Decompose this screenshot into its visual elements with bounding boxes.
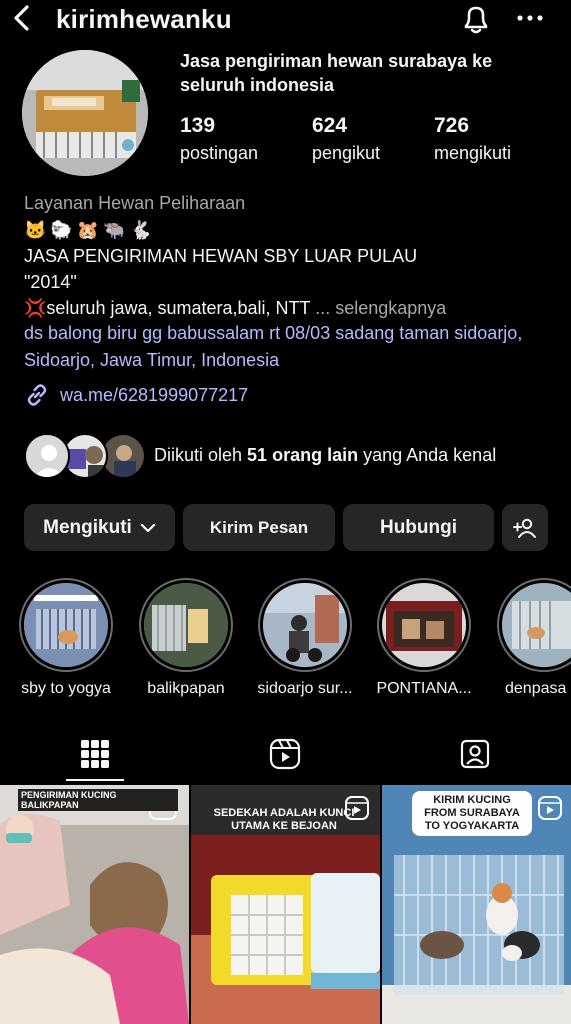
profile-display-name: Jasa pengiriman hewan surabaya ke seluru… — [180, 51, 493, 95]
stat-followers[interactable]: 624 pengikut — [312, 114, 380, 168]
active-tab-indicator — [66, 779, 124, 781]
highlight-cover — [382, 583, 466, 667]
posts-grid: PENGIRIMAN KUCING BALIKPAPAN SEDEKAH ADA… — [0, 785, 571, 1024]
posts-label: postingan — [180, 143, 259, 163]
contact-button[interactable]: Hubungi — [343, 504, 494, 551]
profile-link-text[interactable]: wa.me/6281999077217 — [60, 385, 248, 406]
following-button-label: Mengikuti — [43, 516, 132, 538]
more-options-button[interactable] — [513, 8, 547, 28]
tagged-person-icon — [460, 739, 490, 769]
top-bar: kirimhewanku — [0, 0, 571, 40]
avatar-image — [22, 50, 148, 176]
highlight-cover — [263, 583, 347, 667]
followed-count: 51 orang lain — [247, 445, 359, 465]
bio-line-3: 💢seluruh jawa, sumatera,bali, NTT ... se… — [24, 295, 446, 321]
anger-emoji: 💢 — [24, 298, 47, 318]
highlight-3[interactable]: sidoarjo sur... — [250, 578, 360, 699]
highlight-2[interactable]: balikpapan — [131, 578, 241, 699]
post-caption: KIRIM KUCING FROM SURABAYA TO YOGYAKARTA — [412, 791, 532, 836]
followers-count: 624 — [312, 114, 348, 137]
back-button[interactable] — [8, 2, 36, 34]
stat-following[interactable]: 726 mengikuti — [434, 114, 511, 168]
followed-by-row[interactable]: Diikuti oleh 51 orang lain yang Anda ken… — [24, 433, 564, 479]
profile-avatar[interactable] — [22, 50, 148, 176]
tab-tagged[interactable] — [380, 726, 570, 782]
highlight-label: balikpapan — [147, 680, 225, 697]
following-count: 726 — [434, 114, 470, 137]
highlight-5[interactable]: denpasa — [489, 578, 571, 699]
stat-posts[interactable]: 139 postingan — [180, 114, 258, 168]
highlight-ring — [258, 578, 352, 672]
posts-count: 139 — [180, 114, 216, 137]
highlight-ring — [377, 578, 471, 672]
highlight-ring — [19, 578, 113, 672]
bio-line-3-text: seluruh jawa, sumatera,bali, NTT — [46, 298, 311, 318]
highlight-label: denpasa — [505, 680, 567, 697]
highlight-ring — [139, 578, 233, 672]
following-label: mengikuti — [434, 143, 512, 163]
highlight-label: sby to yogya — [21, 680, 111, 697]
post-thumbnail — [0, 785, 189, 1024]
highlight-label: PONTIANA... — [376, 680, 472, 697]
cat-emoji: 🐱 — [24, 220, 47, 240]
profile-tabs — [0, 726, 571, 784]
highlight-ring — [497, 578, 571, 672]
followers-label: pengikut — [312, 143, 381, 163]
chevron-down-icon — [140, 523, 155, 532]
following-button[interactable]: Mengikuti — [24, 504, 175, 551]
bio-line-1: JASA PENGIRIMAN HEWAN SBY LUAR PULAU — [24, 246, 418, 266]
highlight-1[interactable]: sby to yogya — [11, 578, 121, 699]
reels-icon — [269, 738, 301, 770]
tab-reels[interactable] — [190, 726, 380, 782]
sheep-emoji: 🐑 — [50, 220, 73, 240]
post-caption: PENGIRIMAN KUCING BALIKPAPAN — [18, 789, 178, 811]
bio-ellipsis: ... — [310, 298, 336, 318]
message-button[interactable]: Kirim Pesan — [183, 504, 335, 551]
profile-category: Layanan Hewan Peliharaan — [24, 193, 246, 213]
link-icon — [27, 384, 47, 406]
add-person-icon — [513, 518, 536, 538]
bell-icon — [464, 6, 488, 34]
highlight-cover — [144, 583, 228, 667]
profile-link[interactable]: wa.me/6281999077217 — [24, 381, 248, 409]
notifications-button[interactable] — [460, 2, 492, 36]
highlight-4[interactable]: PONTIANA... — [369, 578, 479, 699]
profile-address[interactable]: ds balong biru gg babussalam rt 08/03 sa… — [24, 320, 564, 374]
bio-line-2: "2014" — [24, 272, 77, 292]
followed-suffix: yang Anda kenal — [358, 445, 497, 465]
post-tile-1[interactable]: PENGIRIMAN KUCING BALIKPAPAN — [0, 785, 189, 1024]
hamster-emoji: 🐹 — [76, 220, 100, 240]
rabbit-emoji: 🐇 — [129, 220, 153, 240]
reel-badge-icon — [345, 796, 369, 820]
contact-button-label: Hubungi — [379, 516, 458, 538]
highlight-label: sidoarjo sur... — [257, 680, 353, 697]
more-dots-icon — [517, 15, 543, 21]
followed-prefix: Diikuti oleh — [154, 445, 248, 465]
highlight-cover — [24, 583, 108, 667]
grid-icon — [81, 740, 109, 768]
profile-username: kirimhewanku — [56, 4, 232, 34]
message-button-label: Kirim Pesan — [209, 517, 309, 537]
highlight-cover — [502, 583, 571, 667]
reel-badge-icon — [538, 796, 562, 820]
suggest-people-button[interactable] — [502, 504, 548, 551]
mutual-avatar-1 — [24, 433, 70, 479]
followed-by-text: Diikuti oleh 51 orang lain yang Anda ken… — [154, 445, 496, 466]
back-arrow-icon — [14, 5, 29, 31]
tab-posts-grid[interactable] — [0, 726, 190, 782]
bio-more-link[interactable]: selengkapnya — [335, 298, 446, 318]
post-tile-2[interactable]: SEDEKAH ADALAH KUNCI UTAMA KE BEJOAN — [191, 785, 380, 1024]
post-tile-3[interactable]: KIRIM KUCING FROM SURABAYA TO YOGYAKARTA — [382, 785, 571, 1024]
buffalo-emoji: 🐃 — [103, 220, 126, 240]
bio-emoji-row: 🐱 🐑 🐹 🐃 🐇 — [24, 217, 152, 243]
